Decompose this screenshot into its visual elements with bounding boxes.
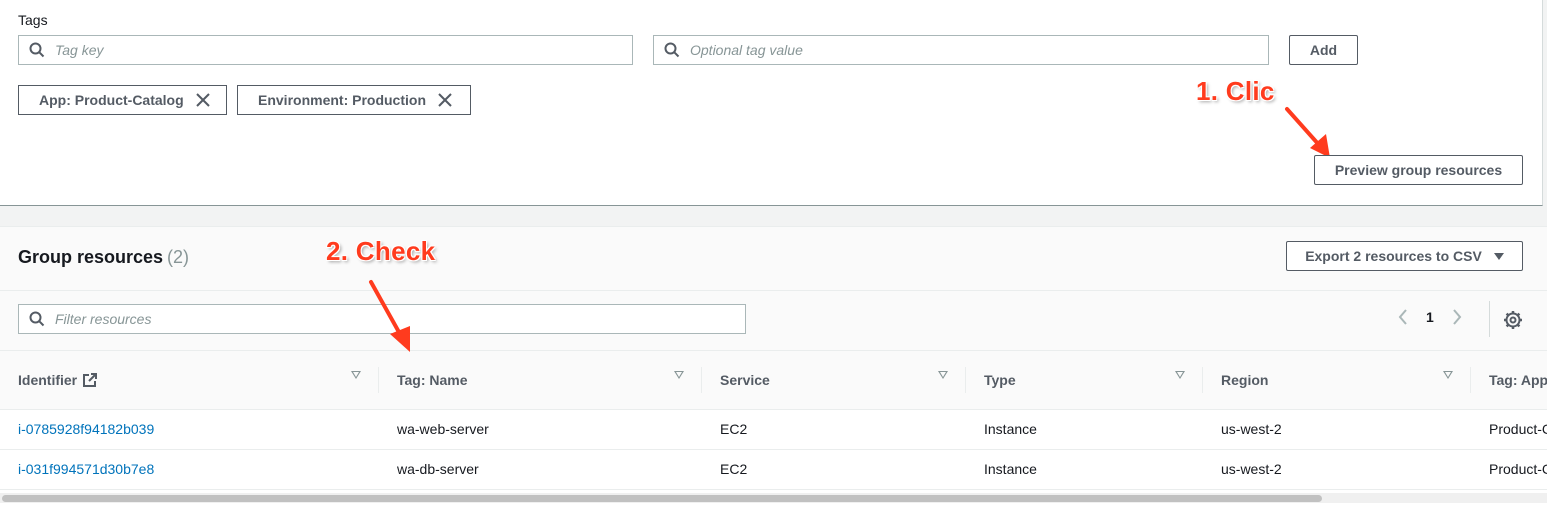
filter-row: Filter resources 1 xyxy=(0,291,1547,351)
tags-panel: Tags Tag key Optional tag value Add App:… xyxy=(0,0,1543,206)
annotation-check: 2. Check xyxy=(326,236,436,266)
column-header-service[interactable]: Service xyxy=(702,351,966,410)
chevron-right-icon[interactable] xyxy=(1452,309,1462,325)
table-cell: EC2 xyxy=(702,409,966,450)
column-header-type[interactable]: Type xyxy=(966,351,1203,410)
table-cell: wa-web-server xyxy=(379,409,702,450)
table-cell: wa-db-server xyxy=(379,449,702,490)
resources-header: Group resources (2) Export 2 resources to… xyxy=(0,227,1547,291)
table-row: i-0785928f94182b039 wa-web-server EC2 In… xyxy=(0,409,1547,450)
divider xyxy=(1489,301,1490,337)
close-icon[interactable] xyxy=(438,93,452,107)
annotation-arrow-icon xyxy=(1285,107,1330,158)
tag-key-input[interactable]: Tag key xyxy=(18,35,633,65)
table-cell: Product-Catalog xyxy=(1471,449,1547,490)
sort-caret-icon[interactable] xyxy=(674,371,684,379)
chevron-left-icon[interactable] xyxy=(1398,309,1408,325)
search-icon xyxy=(29,42,45,58)
tag-token-app: App: Product-Catalog xyxy=(18,85,227,115)
tag-value-placeholder: Optional tag value xyxy=(690,42,803,58)
table-cell: us-west-2 xyxy=(1203,409,1471,450)
preview-group-resources-button[interactable]: Preview group resources xyxy=(1314,155,1523,185)
pagination: 1 xyxy=(1398,309,1462,325)
group-resources-panel: Group resources (2) Export 2 resources to… xyxy=(0,226,1547,511)
sort-caret-icon[interactable] xyxy=(1443,371,1453,379)
resources-title: Group resources (2) xyxy=(18,247,190,267)
external-link-icon xyxy=(83,372,98,387)
table-row: i-031f994571d30b7e8 wa-db-server EC2 Ins… xyxy=(0,449,1547,490)
search-icon xyxy=(29,311,45,327)
resources-table: Identifier Tag: Name Service Type Region… xyxy=(0,351,1547,490)
sort-caret-icon[interactable] xyxy=(351,371,361,379)
sort-caret-icon[interactable] xyxy=(938,371,948,379)
column-header-tag-name[interactable]: Tag: Name xyxy=(379,351,702,410)
identifier-link[interactable]: i-031f994571d30b7e8 xyxy=(0,449,379,490)
table-cell: Instance xyxy=(966,449,1203,490)
gear-icon[interactable] xyxy=(1503,310,1523,330)
table-cell: Instance xyxy=(966,409,1203,450)
tags-label: Tags xyxy=(18,12,48,28)
add-tag-button[interactable]: Add xyxy=(1289,35,1358,65)
table-cell: us-west-2 xyxy=(1203,449,1471,490)
caret-down-icon xyxy=(1493,252,1504,260)
table-cell: EC2 xyxy=(702,449,966,490)
tag-token-label: Environment: Production xyxy=(258,92,426,108)
column-header-identifier[interactable]: Identifier xyxy=(0,351,379,410)
table-cell: Product-Catalog xyxy=(1471,409,1547,450)
export-csv-button[interactable]: Export 2 resources to CSV xyxy=(1286,241,1523,271)
identifier-link[interactable]: i-0785928f94182b039 xyxy=(0,409,379,450)
annotation-click: 1. Clic xyxy=(1196,76,1275,106)
page-number[interactable]: 1 xyxy=(1426,309,1434,325)
sort-caret-icon[interactable] xyxy=(1175,371,1185,379)
export-csv-label: Export 2 resources to CSV xyxy=(1305,248,1482,264)
close-icon[interactable] xyxy=(195,93,210,107)
resources-count: (2) xyxy=(167,247,190,267)
column-header-tag-app[interactable]: Tag: App xyxy=(1471,351,1547,410)
annotation-arrow-icon xyxy=(369,280,410,352)
search-icon xyxy=(664,42,680,58)
horizontal-scrollbar[interactable] xyxy=(0,493,1547,503)
tag-key-placeholder: Tag key xyxy=(55,42,104,58)
filter-placeholder: Filter resources xyxy=(55,311,152,327)
column-header-region[interactable]: Region xyxy=(1203,351,1471,410)
table-header-row: Identifier Tag: Name Service Type Region… xyxy=(0,351,1547,410)
tag-token-label: App: Product-Catalog xyxy=(39,92,184,108)
tag-value-input[interactable]: Optional tag value xyxy=(653,35,1269,65)
scrollbar-thumb[interactable] xyxy=(2,495,1322,502)
tag-token-environment: Environment: Production xyxy=(237,85,471,115)
